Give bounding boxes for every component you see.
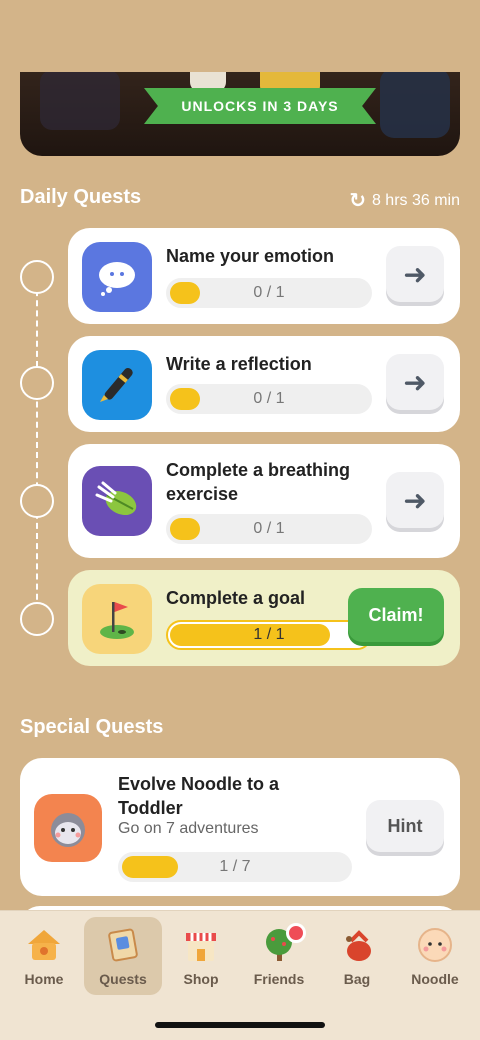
quest-title: Write a reflection: [166, 354, 312, 374]
banner-decoration: [40, 70, 120, 130]
unlock-ribbon: UNLOCKS IN 3 DAYS: [144, 88, 376, 124]
tab-label: Noodle: [411, 971, 459, 987]
arrow-right-icon: ➜: [403, 484, 427, 516]
noodle-icon: [417, 927, 453, 963]
quest-card-completed[interactable]: Complete a goal 1 / 1 Claim!: [68, 570, 460, 666]
tab-friends[interactable]: Friends: [240, 917, 318, 995]
thought-cloud-icon: [82, 242, 152, 312]
bag-icon: [339, 927, 375, 963]
arrow-right-icon: ➜: [403, 258, 427, 290]
golf-flag-icon: [82, 584, 152, 654]
timeline-dot: [20, 366, 54, 400]
timeline-dot: [20, 260, 54, 294]
claim-button[interactable]: Claim!: [348, 588, 444, 642]
quest-progress-bar: 0 / 1: [166, 514, 372, 544]
tab-shop[interactable]: Shop: [162, 917, 240, 995]
special-quest-card[interactable]: Evolve Noodle to a Toddler Go on 7 adven…: [20, 758, 460, 896]
special-quest-title: Evolve Noodle to a Toddler: [118, 774, 280, 818]
timeline-dot: [20, 484, 54, 518]
tab-label: Home: [24, 971, 64, 987]
quest-progress-bar: 0 / 1: [166, 384, 372, 414]
tab-label: Quests: [99, 971, 147, 987]
tab-noodle[interactable]: Noodle: [396, 917, 474, 995]
progress-text: 0 / 1: [253, 390, 285, 407]
timer-text: 8 hrs 36 min: [371, 191, 460, 209]
tab-quests[interactable]: Quests: [84, 917, 162, 995]
special-quest-subtitle: Go on 7 adventures: [118, 820, 259, 837]
home-indicator: [155, 1022, 325, 1028]
refresh-icon: ↻: [349, 190, 366, 212]
hint-button[interactable]: Hint: [366, 800, 444, 852]
notification-badge: [286, 923, 306, 943]
go-button[interactable]: ➜: [386, 472, 444, 528]
arrow-right-icon: ➜: [403, 366, 427, 398]
tab-label: Friends: [253, 971, 305, 987]
quest-title: Complete a breathing exercise: [166, 460, 351, 504]
progress-text: 0 / 1: [253, 520, 285, 537]
quest-progress-bar: 1 / 1: [166, 620, 372, 650]
quest-card[interactable]: Complete a breathing exercise 0 / 1 ➜: [68, 444, 460, 558]
home-icon: [26, 927, 62, 963]
shop-icon: [183, 927, 219, 963]
tab-bar: Home Quests Shop Friends Bag Noodle: [0, 910, 480, 1040]
go-button[interactable]: ➜: [386, 246, 444, 302]
quest-title: Complete a goal: [166, 588, 306, 608]
progress-text: 0 / 1: [253, 284, 285, 301]
special-progress-bar: 1 / 7: [118, 852, 352, 882]
banner-decoration: [380, 68, 450, 138]
timeline-line: [36, 280, 38, 620]
progress-text: 1 / 1: [253, 626, 285, 643]
noodle-face-icon: [34, 794, 102, 862]
leaf-icon: [82, 466, 152, 536]
status-bar: [0, 0, 480, 72]
timeline-dot: [20, 602, 54, 636]
quest-title: Name your emotion: [166, 246, 335, 266]
special-quests-title: Special Quests: [20, 716, 164, 738]
quests-book-icon: [105, 927, 141, 963]
pen-icon: [82, 350, 152, 420]
tab-bag[interactable]: Bag: [318, 917, 396, 995]
quest-timer: ↻ 8 hrs 36 min: [349, 188, 460, 213]
quest-progress-bar: 0 / 1: [166, 278, 372, 308]
tab-label: Shop: [183, 971, 219, 987]
progress-text: 1 / 7: [219, 858, 251, 875]
go-button[interactable]: ➜: [386, 354, 444, 410]
quest-card[interactable]: Name your emotion 0 / 1 ➜: [68, 228, 460, 324]
quest-card[interactable]: Write a reflection 0 / 1 ➜: [68, 336, 460, 432]
tab-home[interactable]: Home: [5, 917, 83, 995]
tab-label: Bag: [343, 971, 371, 987]
daily-quests-title: Daily Quests: [20, 186, 142, 208]
